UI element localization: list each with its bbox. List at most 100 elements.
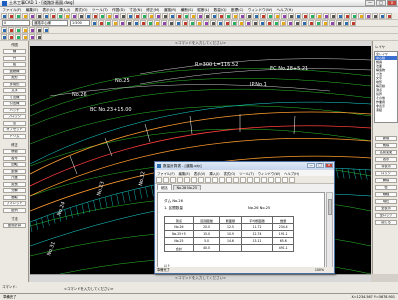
toolbar-button[interactable] (1, 34, 7, 40)
menu-item[interactable]: 座標(C) (231, 8, 244, 13)
toolbar-button[interactable] (92, 13, 98, 19)
left-tool-button[interactable]: トリム (3, 133, 26, 139)
dialog-toolbar-button[interactable] (177, 176, 183, 183)
toolbar-button[interactable] (169, 13, 175, 19)
left-tool-button[interactable]: 移動 (3, 149, 26, 154)
toolbar-button[interactable] (133, 20, 139, 26)
layer-action-button[interactable]: ロック (375, 171, 397, 176)
menu-item[interactable]: ツール(T) (92, 8, 108, 13)
toolbar-button[interactable] (287, 20, 293, 26)
layer-action-button[interactable]: 表示 (375, 157, 397, 162)
toolbar-button[interactable] (15, 27, 21, 33)
command-prompt[interactable]: <コマンドを入力してください> (64, 286, 114, 291)
scale-combo[interactable]: 1:500 (70, 20, 90, 26)
dialog-menu-item[interactable]: ヘルプ(H) (284, 171, 299, 176)
toolbar-button[interactable] (1, 13, 7, 19)
dialog-toolbar-button[interactable] (247, 176, 253, 183)
toolbar-button[interactable] (337, 13, 343, 19)
toolbar-button[interactable] (246, 13, 252, 19)
toolbar-button[interactable] (8, 34, 14, 40)
toolbar-button[interactable] (168, 20, 174, 26)
toolbar-button[interactable] (322, 20, 328, 26)
toolbar-button[interactable] (22, 34, 28, 40)
left-tool-button[interactable]: 分解 (3, 188, 26, 193)
dialog-document[interactable]: ダム No.26 1. 区間数量 No.26 No.25 測点 区間距離 断面積 平均… (157, 192, 325, 268)
layer-action-button[interactable]: 全表示 (375, 206, 397, 211)
toolbar-button[interactable] (98, 20, 104, 26)
left-tool-button[interactable]: 延長 (3, 181, 26, 187)
left-tool-button[interactable]: 引出線 (3, 101, 26, 106)
menu-item[interactable]: ウィンドウ(W) (248, 8, 272, 13)
left-tool-button[interactable]: 弧 (3, 62, 26, 67)
toolbar-button[interactable] (351, 13, 357, 19)
left-tool-button[interactable]: 複写 (3, 155, 26, 161)
toolbar-button[interactable] (238, 20, 244, 26)
toolbar-button[interactable] (295, 13, 301, 19)
toolbar-button[interactable] (57, 13, 63, 19)
toolbar-button[interactable] (43, 27, 49, 33)
dialog-menu-item[interactable]: ウィンドウ(W) (258, 171, 280, 176)
toolbar-button[interactable] (155, 13, 161, 19)
toolbar-button[interactable] (162, 13, 168, 19)
layer-action-button[interactable]: 削除 (375, 143, 397, 148)
left-tool-button[interactable]: 面取 (3, 194, 26, 200)
toolbar-button[interactable] (119, 20, 125, 26)
toolbar-button[interactable] (259, 20, 265, 26)
toolbar-button[interactable] (372, 13, 378, 19)
toolbar-button[interactable] (210, 20, 216, 26)
dialog-toolbar-button[interactable] (170, 176, 176, 183)
left-tool-button[interactable]: ハッチ (3, 107, 26, 113)
toolbar-button[interactable] (343, 20, 349, 26)
toolbar-button[interactable] (196, 20, 202, 26)
toolbar-button[interactable] (218, 13, 224, 19)
toolbar-button[interactable] (225, 13, 231, 19)
left-tool-button[interactable]: 尺度 (3, 175, 26, 180)
tab-summary[interactable]: 総括 (157, 184, 172, 190)
dialog-toolbar-button[interactable] (240, 176, 246, 183)
toolbar-button[interactable] (22, 13, 28, 19)
toolbar-button[interactable] (36, 34, 42, 40)
layer-tree-item[interactable]: 凍結 (375, 108, 397, 112)
left-tool-button[interactable]: 配列 (3, 207, 26, 213)
dialog-toolbar-button[interactable] (268, 176, 274, 183)
toolbar-button[interactable] (323, 13, 329, 19)
toolbar-button[interactable] (29, 13, 35, 19)
dialog-toolbar-button[interactable] (212, 176, 218, 183)
toolbar-button[interactable] (113, 13, 119, 19)
toolbar-button[interactable] (273, 20, 279, 26)
toolbar-button[interactable] (260, 13, 266, 19)
layer-action-button[interactable]: 全ロック (375, 213, 397, 218)
scroll-thumb[interactable] (328, 199, 332, 215)
toolbar-button[interactable] (182, 20, 188, 26)
toolbar-button[interactable] (36, 13, 42, 19)
layer-action-button[interactable]: 色 (375, 185, 397, 190)
toolbar-button[interactable] (267, 13, 273, 19)
toolbar-button[interactable] (365, 13, 371, 19)
menu-item[interactable]: 横断(S) (181, 8, 193, 13)
left-tool-button[interactable]: ブロック (3, 114, 26, 119)
toolbar-button[interactable] (315, 20, 321, 26)
toolbar-button[interactable] (71, 13, 77, 19)
layer-combo[interactable]: 0 (2, 20, 30, 26)
toolbar-button[interactable] (50, 13, 56, 19)
toolbar-button[interactable] (78, 13, 84, 19)
toolbar-button[interactable] (91, 20, 97, 26)
toolbar-button[interactable] (358, 13, 364, 19)
toolbar-button[interactable] (316, 13, 322, 19)
layer-action-button[interactable]: 線種 (375, 192, 397, 197)
toolbar-button[interactable] (281, 13, 287, 19)
dialog-menu-item[interactable]: 書式(O) (223, 171, 235, 176)
left-tool-button[interactable]: 文字 (3, 88, 26, 93)
toolbar-button[interactable] (232, 13, 238, 19)
layer-action-button[interactable]: 現在 (375, 199, 397, 204)
toolbar-button[interactable] (161, 20, 167, 26)
toolbar-button[interactable] (22, 27, 28, 33)
toolbar-button[interactable] (386, 13, 392, 19)
toolbar-button[interactable] (217, 20, 223, 26)
dialog-toolbar-button[interactable] (254, 176, 260, 183)
toolbar-button[interactable] (309, 13, 315, 19)
dialog-toolbar-button[interactable] (205, 176, 211, 183)
toolbar-button[interactable] (294, 20, 300, 26)
toolbar-button[interactable] (330, 13, 336, 19)
layer-action-button[interactable]: 解除 (375, 178, 397, 183)
